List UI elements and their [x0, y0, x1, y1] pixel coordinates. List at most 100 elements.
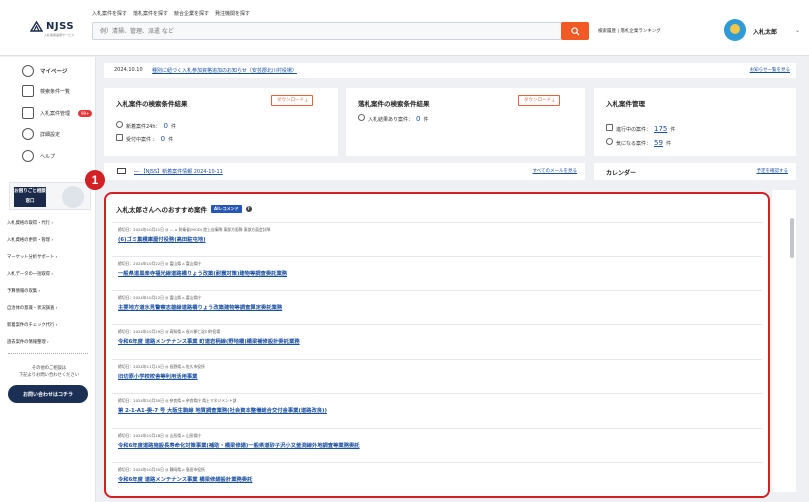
open-tenders-stat: 受付中案件 ： 0 件 — [116, 134, 173, 143]
item-meta: 締切日：2024年11月15日 ◎ 長野県 ⌂ 佐久市役所 — [118, 364, 205, 369]
download-button[interactable]: ダウンロード ⤓ — [518, 95, 561, 106]
search-results-card: 入札案件の検索条件結果 ダウンロード ⤓ 新着案件24h： 0 件 受付中案件 … — [104, 88, 338, 156]
notice-bar: 2024.10.10 種別に紐づく入札参加資格追加のお知らせ（安芸郡北川村役場）… — [104, 63, 796, 78]
item-title-link[interactable]: 令和6年度 道路メンテナンス事業 町道岩柄線(野地橋)橋梁補修設計委託業務 — [118, 337, 300, 345]
item-title-link[interactable]: 一般県道黒楽寺福光線道路橋りょう改築(耐震対策)建物等調査委託業務 — [118, 269, 287, 277]
search-box — [92, 22, 562, 40]
award-results-card: 落札案件の検索条件結果 ダウンロード ⤓ 入札結果あり案件： 0 件 — [346, 88, 585, 156]
mail-link[interactable]: ― 【NJSS】新着案件情報 2024-10-11 — [134, 168, 223, 175]
calendar-title: カレンダー — [606, 170, 637, 177]
help-icon[interactable]: ? — [245, 206, 252, 212]
item-meta: 締切日：2024年10月22日 ◎ 富山県 ⌂ 富山県庁 — [118, 261, 202, 266]
item-meta: 締切日：2024年10月22日 ◎ 富山県 ⌂ 富山県庁 — [118, 295, 202, 300]
search-button[interactable] — [561, 22, 589, 40]
tender-management-card: 入札案件管理 進行中の案件： 175 件 気になる案件： 59 件 — [594, 88, 796, 156]
calendar-bar: カレンダー 予定を確認する — [594, 163, 796, 180]
nav-search-tenders[interactable]: 入札案件を探す — [92, 10, 127, 17]
person-illustration-icon — [62, 186, 84, 208]
nav-search-competitors[interactable]: 競合企業を探す — [174, 10, 209, 17]
banner-label: お困りごと相談窓口 — [14, 187, 46, 207]
search-input[interactable] — [93, 23, 533, 39]
sidebar-item-label: 入札案件管理 — [40, 110, 71, 117]
chevron-down-icon[interactable]: ⌄ — [795, 27, 800, 34]
stat-unit: 件 — [171, 124, 177, 130]
contact-note: その他のご相談は 下記よりお問い合わせください — [18, 366, 80, 378]
notice-link[interactable]: 種別に紐づく入札参加資格追加のお知らせ（安芸郡北川村役場） — [152, 67, 297, 74]
search-list-icon — [22, 85, 34, 97]
sidebar-item-help[interactable]: ヘルプ — [22, 150, 55, 162]
sidebar-link[interactable]: 予算情報の収集 › — [7, 288, 93, 294]
sidebar: マイページ 検索条件一覧 入札案件管理 99+ 詳細設定 ヘルプ お困りごと相談… — [0, 57, 96, 502]
item-title-link[interactable]: 令和6年度 道路メンテナンス事業 橋梁修繕設計業務委託 — [118, 475, 252, 483]
top-header: NJSS 入札情報速報サービス 入札案件を探す 落札案件を探す 競合企業を探す … — [0, 0, 809, 56]
card-title: 入札案件の検索条件結果 — [116, 100, 188, 108]
user-name[interactable]: 入札太郎 — [753, 27, 777, 36]
notice-list-link[interactable]: お知らせ一覧を見る — [750, 67, 790, 73]
watch-count[interactable]: 59 — [654, 139, 663, 147]
sidebar-item-label: 詳細設定 — [40, 131, 61, 138]
list-item: 締切日：2024年10月30日 ◎ 奈良県 ⌂ 奈良県庁 県土マネジメント部 第… — [112, 393, 762, 422]
sidebar-link[interactable]: 入札資格の更新・管理 › — [7, 237, 93, 243]
item-title-link[interactable]: 主要地方道氷見警察志雄線道路橋りょう改築建物等調査算定委託業務 — [118, 303, 282, 311]
sidebar-item-label: 検索条件一覧 — [40, 88, 71, 95]
history-ranking-links[interactable]: 検索履歴 | 落札企業ランキング — [598, 28, 661, 34]
stat-unit: 件 — [168, 137, 174, 143]
award-count[interactable]: 0 — [416, 115, 420, 123]
consultation-banner[interactable]: お困りごと相談窓口 — [9, 182, 91, 210]
stat-label: 新着案件24h： — [126, 124, 161, 130]
item-title-link[interactable]: 旧切原小学校校舎等利用活用事業 — [118, 372, 197, 380]
item-meta: 締切日：2024年10月30日 ◎ 静岡県 ⌂ 島田市役所 — [118, 467, 205, 472]
sidebar-item-mypage[interactable]: マイページ — [22, 65, 67, 77]
sidebar-item-tender-management[interactable]: 入札案件管理 99+ — [22, 107, 93, 119]
download-button[interactable]: ダウンロード ⤓ — [271, 95, 314, 106]
gavel-icon — [358, 114, 365, 121]
njss-logo[interactable]: NJSS — [29, 20, 74, 33]
nav-search-awards[interactable]: 落札案件を探す — [133, 10, 168, 17]
user-icon — [22, 65, 34, 77]
count-badge: 99+ — [78, 109, 93, 117]
sidebar-item-settings[interactable]: 詳細設定 — [22, 128, 60, 140]
card-title: 入札案件管理 — [606, 100, 645, 108]
list-item: 締切日：2024年10月30日 ◎ 静岡県 ⌂ 島田市役所 令和6年度 道路メン… — [112, 462, 762, 492]
progress-count[interactable]: 175 — [654, 125, 667, 133]
sidebar-item-search-conditions[interactable]: 検索条件一覧 — [22, 85, 70, 97]
nav-search-agencies[interactable]: 発注機関を探す — [215, 10, 250, 17]
sidebar-link[interactable]: 入札資格の取得・代行 › — [7, 220, 93, 226]
all-mail-link[interactable]: すべてのメールを見る — [532, 168, 577, 174]
item-title-link[interactable]: 第 2-1-A1-委-7 号 大阪生駒線 地質調査業務(社会資本整備総合交付金事… — [118, 406, 327, 414]
contact-button[interactable]: お問い合わせはコチラ — [8, 385, 88, 403]
avatar[interactable] — [724, 19, 746, 41]
header-nav: 入札案件を探す 落札案件を探す 競合企業を探す 発注機関を探す — [92, 10, 250, 17]
stat-label: 受付中案件 ： — [126, 137, 158, 143]
sidebar-link[interactable]: 自治体の意識・状況調査 › — [7, 305, 93, 311]
mail-icon — [117, 168, 126, 174]
watch-stat: 気になる案件： 59 件 — [606, 138, 671, 147]
item-meta: 締切日：2024年10月30日 ◎ 奈良県 ⌂ 奈良県庁 県土マネジメント部 — [118, 398, 237, 403]
sidebar-link[interactable]: 入札データの一括取得 › — [7, 271, 93, 277]
item-title-link[interactable]: (6)ゴミ集積庫屋付役務(高田駐屯地) — [118, 235, 206, 243]
item-meta: 締切日：2024年10月18日 ◎ 山形県 ⌂ 山形県庁 — [118, 433, 202, 438]
open-count[interactable]: 0 — [161, 135, 165, 143]
gear-icon — [22, 128, 34, 140]
list-item: 締切日：2024年10月21日 ◎ --- ⌂ 防衛省(MOD) 陸上自衛隊 東… — [112, 222, 762, 251]
sidebar-link[interactable]: マーケット分析サポート › — [7, 254, 93, 260]
list-item: 締切日：2024年10月22日 ◎ 富山県 ⌂ 富山県庁 一般県道黒楽寺福光線道… — [112, 256, 762, 285]
stat-unit: 件 — [670, 127, 676, 133]
calendar-link[interactable]: 予定を確認する — [757, 168, 789, 174]
divider — [8, 353, 88, 354]
scrollbar[interactable] — [790, 218, 794, 258]
item-meta: 締切日：2024年10月29日 ◎ 高知県 ⌂ 長川郡仁淀川町役場 — [118, 329, 221, 334]
new-count[interactable]: 0 — [164, 122, 168, 130]
stat-label: 気になる案件： — [616, 141, 652, 147]
card-title: 落札案件の検索条件結果 — [358, 100, 430, 108]
document-icon — [606, 124, 613, 131]
sidebar-link[interactable]: 新着案件のチェック代行 › — [7, 322, 93, 328]
mail-bar: ― 【NJSS】新着案件情報 2024-10-11 すべてのメールを見る — [104, 163, 585, 180]
list-item: 締切日：2024年10月22日 ◎ 富山県 ⌂ 富山県庁 主要地方道氷見警察志雄… — [112, 290, 762, 319]
stat-label: 進行中の案件： — [616, 127, 652, 133]
list-item: 締切日：2024年10月29日 ◎ 高知県 ⌂ 長川郡仁淀川町役場 令和6年度 … — [112, 324, 762, 353]
list-item: 締切日：2024年11月15日 ◎ 長野県 ⌂ 佐久市役所 旧切原小学校校舎等利… — [112, 359, 762, 388]
item-title-link[interactable]: 令和6年度道路施設長寿命化対策事業(補助・橋梁修繕)一般県道砂子沢小又釜渕線外地… — [118, 441, 360, 449]
sidebar-link[interactable]: 過去案件の情報整理 › — [7, 339, 93, 345]
progress-stat: 進行中の案件： 175 件 — [606, 124, 675, 133]
